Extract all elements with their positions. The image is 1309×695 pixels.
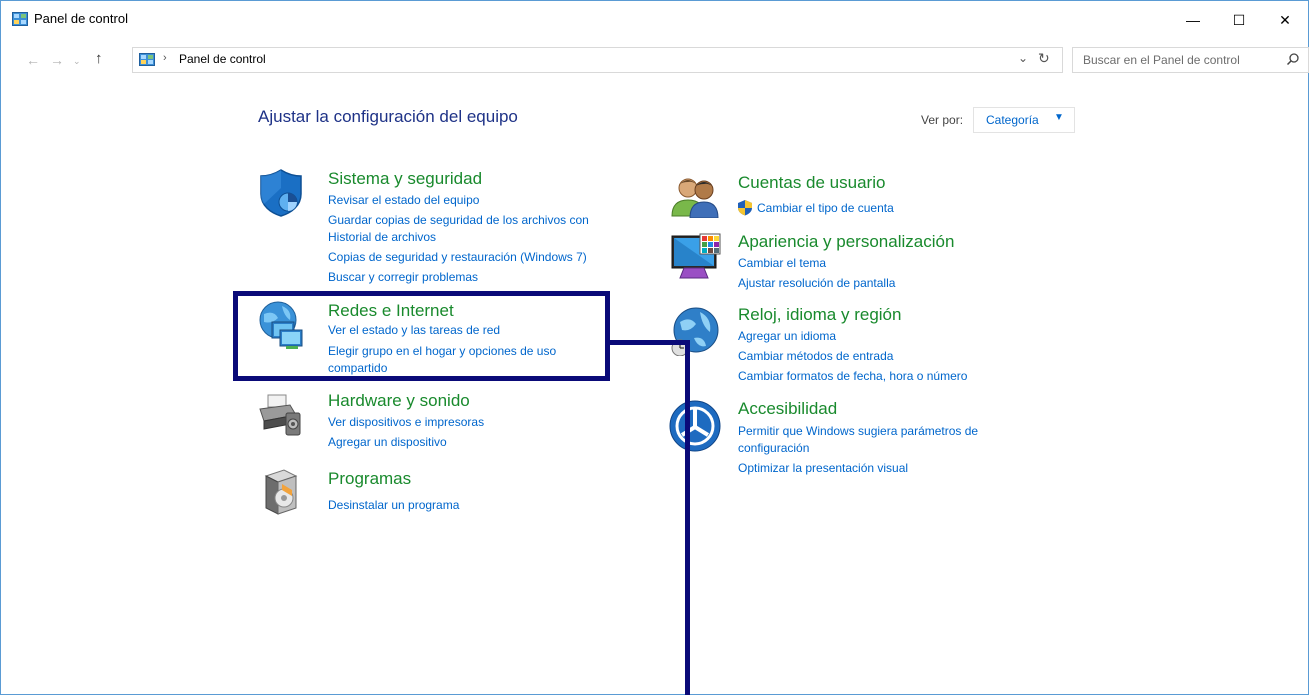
- monitor-icon[interactable]: [670, 232, 722, 282]
- search-input[interactable]: Buscar en el Panel de control: [1072, 47, 1309, 73]
- link-backup-restore[interactable]: Copias de seguridad y restauración (Wind…: [328, 249, 587, 265]
- window-border: [0, 0, 1309, 695]
- category-title[interactable]: Apariencia y personalización: [738, 232, 954, 252]
- link-screen-resolution[interactable]: Ajustar resolución de pantalla: [738, 275, 895, 291]
- view-by-label: Ver por:: [921, 113, 964, 127]
- highlight-box: [233, 291, 610, 381]
- address-dropdown-icon[interactable]: ⌄: [1018, 51, 1028, 65]
- search-icon[interactable]: [1286, 52, 1300, 66]
- link-add-device[interactable]: Agregar un dispositivo: [328, 434, 447, 450]
- uac-shield-icon: [738, 200, 752, 216]
- back-button[interactable]: ←: [26, 52, 40, 68]
- page-title: Ajustar la configuración del equipo: [258, 107, 518, 126]
- view-by-value: Categoría: [986, 113, 1039, 127]
- link-suggest-settings[interactable]: Permitir que Windows sugiera parámetros …: [738, 423, 978, 439]
- maximize-button[interactable]: ☐: [1216, 0, 1262, 40]
- link-input-methods[interactable]: Cambiar métodos de entrada: [738, 348, 893, 364]
- category-title[interactable]: Sistema y seguridad: [328, 169, 482, 189]
- shield-icon[interactable]: [258, 168, 304, 218]
- link-backup-file-history-cont[interactable]: Historial de archivos: [328, 229, 436, 245]
- link-add-language[interactable]: Agregar un idioma: [738, 328, 836, 344]
- globe-clock-icon[interactable]: [670, 304, 720, 356]
- up-button[interactable]: ↑: [95, 50, 103, 67]
- refresh-icon[interactable]: ↻: [1038, 50, 1050, 67]
- title-bar[interactable]: Panel de control — ☐ ✕: [0, 0, 1309, 44]
- printer-icon[interactable]: [258, 393, 302, 437]
- category-title[interactable]: Programas: [328, 469, 411, 489]
- search-placeholder: Buscar en el Panel de control: [1083, 53, 1240, 67]
- link-optimize-visual[interactable]: Optimizar la presentación visual: [738, 460, 908, 476]
- link-change-theme[interactable]: Cambiar el tema: [738, 255, 826, 271]
- forward-button[interactable]: →: [50, 52, 64, 68]
- chevron-down-icon: ▼: [1054, 112, 1064, 123]
- accessibility-icon[interactable]: [668, 399, 722, 453]
- control-panel-icon: [139, 53, 155, 66]
- close-button[interactable]: ✕: [1262, 0, 1308, 40]
- category-title[interactable]: Hardware y sonido: [328, 391, 470, 411]
- minimize-icon: —: [1186, 12, 1200, 28]
- category-title[interactable]: Reloj, idioma y región: [738, 305, 901, 325]
- link-date-time-formats[interactable]: Cambiar formatos de fecha, hora o número: [738, 368, 967, 384]
- breadcrumb[interactable]: Panel de control: [179, 52, 266, 66]
- category-title[interactable]: Accesibilidad: [738, 399, 837, 419]
- link-suggest-settings-cont[interactable]: configuración: [738, 440, 809, 456]
- navigation-bar: ← → ⌄ ↑ › Panel de control ⌄ ↻ Buscar en…: [0, 44, 1309, 78]
- link-check-status[interactable]: Revisar el estado del equipo: [328, 192, 479, 208]
- annotation-leader-line: [610, 340, 690, 345]
- category-title[interactable]: Cuentas de usuario: [738, 173, 885, 193]
- programs-icon[interactable]: [262, 466, 300, 516]
- recent-locations-button[interactable]: ⌄: [73, 56, 81, 67]
- link-change-account-type[interactable]: Cambiar el tipo de cuenta: [757, 200, 894, 216]
- control-panel-icon: [12, 12, 28, 26]
- link-uninstall-program[interactable]: Desinstalar un programa: [328, 497, 459, 513]
- users-icon[interactable]: [670, 174, 720, 218]
- link-backup-file-history[interactable]: Guardar copias de seguridad de los archi…: [328, 212, 589, 228]
- address-bar[interactable]: › Panel de control ⌄ ↻: [132, 47, 1063, 73]
- maximize-icon: ☐: [1232, 11, 1246, 28]
- annotation-leader-line: [685, 340, 690, 695]
- breadcrumb-separator-icon[interactable]: ›: [163, 52, 167, 64]
- window-title: Panel de control: [34, 11, 128, 26]
- view-by-dropdown[interactable]: Categoría ▼: [973, 107, 1075, 133]
- link-devices-printers[interactable]: Ver dispositivos e impresoras: [328, 414, 484, 430]
- link-troubleshoot[interactable]: Buscar y corregir problemas: [328, 269, 478, 285]
- close-icon: ✕: [1279, 11, 1291, 28]
- minimize-button[interactable]: —: [1170, 0, 1216, 40]
